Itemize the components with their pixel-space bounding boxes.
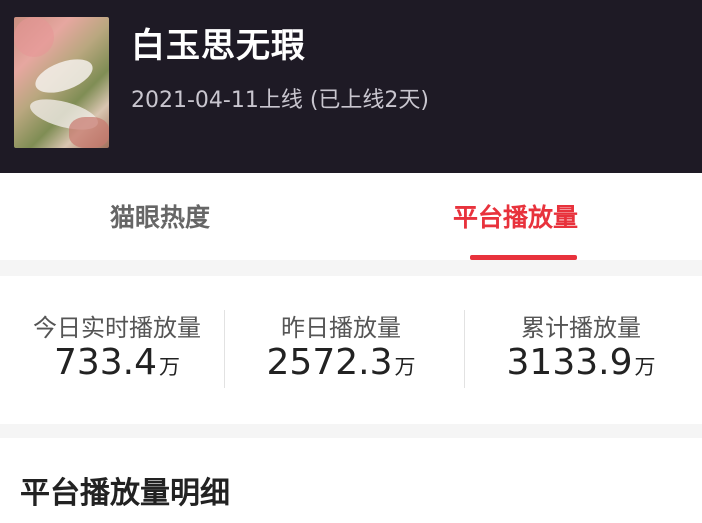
- stat-yesterday: 昨日播放量 2572.3万: [224, 276, 458, 424]
- stat-value: 3133.9万: [464, 342, 698, 383]
- stat-number: 733.4: [53, 342, 158, 383]
- stat-number: 3133.9: [506, 342, 633, 383]
- show-header: 白玉思无瑕 2021-04-11上线 (已上线2天): [0, 0, 702, 173]
- detail-section: 平台播放量明细: [0, 438, 702, 523]
- tab-bar: 猫眼热度 平台播放量: [0, 173, 702, 260]
- show-title: 白玉思无瑕: [131, 26, 306, 66]
- release-info: 2021-04-11上线 (已上线2天): [131, 88, 430, 113]
- stat-number: 2572.3: [266, 342, 393, 383]
- stat-label: 今日实时播放量: [33, 314, 201, 342]
- poster-decoration: [31, 52, 97, 100]
- stats-panel: 今日实时播放量 733.4万 昨日播放量 2572.3万 累计播放量 3133.…: [0, 276, 702, 424]
- active-tab-indicator: [470, 255, 577, 260]
- poster-decoration: [14, 17, 54, 57]
- stat-label: 昨日播放量: [281, 314, 401, 342]
- tab-platform-views[interactable]: 平台播放量: [453, 198, 578, 234]
- stat-today-realtime: 今日实时播放量 733.4万: [0, 276, 234, 424]
- stat-value: 2572.3万: [224, 342, 458, 383]
- stat-unit: 万: [634, 355, 656, 379]
- stat-cumulative: 累计播放量 3133.9万: [464, 276, 698, 424]
- poster-image[interactable]: [14, 17, 109, 148]
- stat-value: 733.4万: [0, 342, 234, 383]
- section-title: 平台播放量明细: [20, 476, 230, 511]
- stat-unit: 万: [159, 355, 181, 379]
- poster-decoration: [69, 117, 109, 148]
- stat-label: 累计播放量: [521, 314, 641, 342]
- tab-maoyan-heat[interactable]: 猫眼热度: [110, 198, 210, 234]
- stat-unit: 万: [394, 355, 416, 379]
